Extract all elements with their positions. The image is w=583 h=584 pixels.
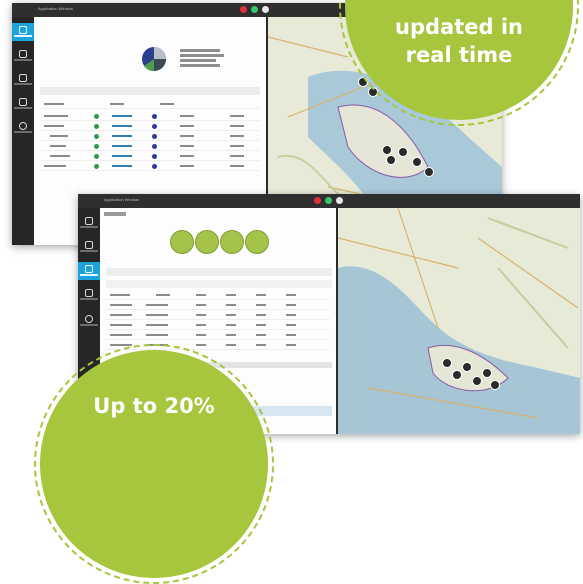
panel-heading <box>104 212 126 216</box>
list-icon <box>19 50 27 58</box>
front-map-graphic <box>338 208 580 434</box>
pie-chart <box>142 47 166 72</box>
kpi-circle <box>220 230 244 254</box>
table-row[interactable] <box>40 133 260 141</box>
kpi-circle <box>170 230 194 254</box>
front-window-controls <box>314 197 343 204</box>
sidebar-item-settings[interactable] <box>78 312 100 330</box>
map-pin-icon[interactable] <box>424 167 434 177</box>
sidebar-item-reports[interactable] <box>12 95 34 113</box>
table-row[interactable] <box>106 322 330 330</box>
pie-slice-3 <box>154 59 166 71</box>
table-header <box>106 292 330 300</box>
sidebar-item-home[interactable] <box>12 23 34 41</box>
home-icon <box>85 217 93 225</box>
chart-icon <box>85 265 93 273</box>
front-minimize-button[interactable] <box>336 197 343 204</box>
gear-icon <box>85 315 93 323</box>
home-icon <box>19 26 27 34</box>
front-titlebar: Application Window <box>78 194 580 208</box>
back-sidebar <box>12 17 34 245</box>
map-pin-icon[interactable] <box>462 362 472 372</box>
table-row[interactable] <box>40 153 260 161</box>
front-map-view[interactable] <box>338 208 580 434</box>
table-row[interactable] <box>40 143 260 151</box>
back-minimize-button[interactable] <box>262 6 269 13</box>
map-pin-icon[interactable] <box>412 157 422 167</box>
table-filter <box>106 280 332 288</box>
back-window-title: Application Window <box>38 6 73 11</box>
front-maximize-button[interactable] <box>325 197 332 204</box>
map-pin-icon[interactable] <box>386 155 396 165</box>
sidebar-item-chart[interactable] <box>12 71 34 89</box>
table-toolbar <box>106 268 332 276</box>
sidebar-item-routes[interactable] <box>78 238 100 256</box>
pie-legend <box>180 47 230 71</box>
map-pin-icon[interactable] <box>452 370 462 380</box>
sidebar-item-home[interactable] <box>78 214 100 232</box>
table-row[interactable] <box>40 123 260 131</box>
sidebar-item-routes[interactable] <box>12 47 34 65</box>
table-header <box>40 101 260 109</box>
table-toolbar <box>40 87 260 95</box>
badge-line-2: real time <box>405 43 513 67</box>
table-row[interactable] <box>106 312 330 320</box>
back-maximize-button[interactable] <box>251 6 258 13</box>
sidebar-item-settings[interactable] <box>12 119 34 137</box>
kpi-circle <box>195 230 219 254</box>
front-close-button[interactable] <box>314 197 321 204</box>
back-window-controls <box>240 6 269 13</box>
badge-line-1: updated in <box>395 15 523 39</box>
map-pin-icon[interactable] <box>472 376 482 386</box>
sidebar-item-chart[interactable] <box>78 262 100 280</box>
map-pin-icon[interactable] <box>482 368 492 378</box>
kpi-circle <box>245 230 269 254</box>
front-window-title: Application Window <box>104 197 139 202</box>
back-close-button[interactable] <box>240 6 247 13</box>
table-row[interactable] <box>106 332 330 340</box>
table-row[interactable] <box>40 113 260 121</box>
list-icon <box>85 241 93 249</box>
map-pin-icon[interactable] <box>398 147 408 157</box>
map-pin-icon[interactable] <box>442 358 452 368</box>
map-pin-icon[interactable] <box>382 145 392 155</box>
chart-icon <box>19 74 27 82</box>
table-row[interactable] <box>106 302 330 310</box>
pie-slice-2 <box>154 47 166 59</box>
gear-icon <box>19 122 27 130</box>
table-row[interactable] <box>40 163 260 171</box>
badge-headline: Up to 20% <box>93 394 215 418</box>
savings-badge: Up to 20% <box>34 344 274 584</box>
map-pin-icon[interactable] <box>490 380 500 390</box>
sidebar-item-reports[interactable] <box>78 286 100 304</box>
report-icon <box>19 98 27 106</box>
report-icon <box>85 289 93 297</box>
